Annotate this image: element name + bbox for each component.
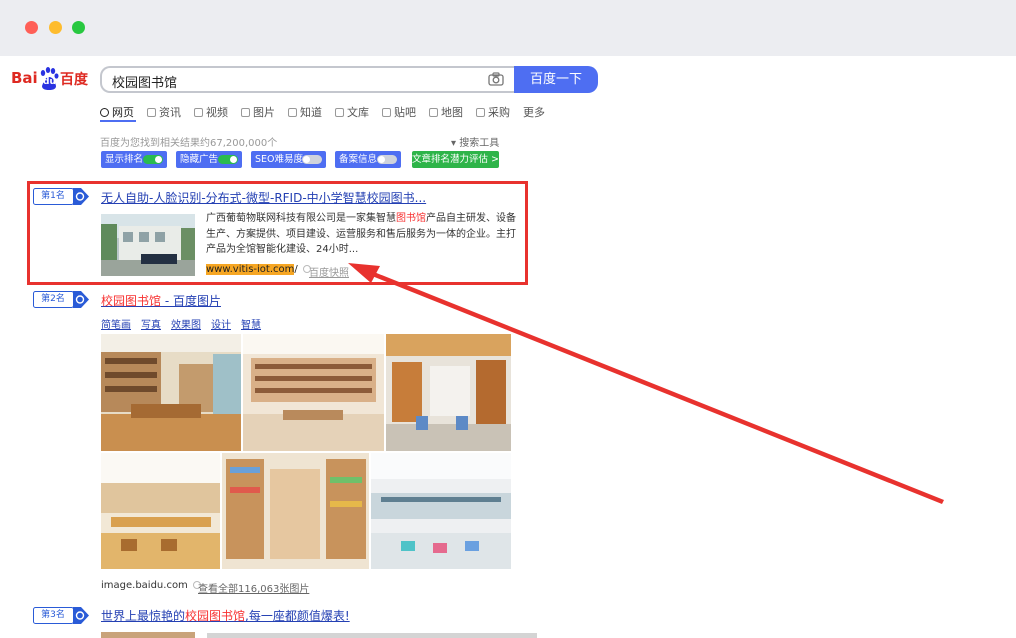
browser-titlebar [0, 0, 1016, 56]
logo-text-du: du [43, 77, 56, 87]
result-count: 百度为您找到相关结果约67,200,000个 [100, 138, 278, 149]
result-3-title[interactable]: 世界上最惊艳的校园图书馆,每一座都颜值爆表! [101, 607, 350, 624]
search-tools-button[interactable]: ▾ 搜索工具 [451, 134, 499, 149]
tab-zhidao[interactable]: 知道 [288, 103, 322, 121]
library-image-6[interactable] [371, 453, 511, 569]
image-source-domain[interactable]: image.baidu.com [101, 580, 206, 591]
image-subtabs: 简笔画 写真 效果图 设计 智慧 [101, 316, 271, 331]
filter-icon: ▾ [451, 138, 457, 149]
picture-icon [241, 107, 250, 117]
map-icon [429, 107, 438, 117]
result-1-snippet: 广西葡萄物联网科技有限公司是一家集智慧图书馆产品自主研发、设备生产、方案提供、项… [206, 213, 516, 255]
switch-icon [377, 155, 397, 164]
switch-icon [143, 155, 163, 164]
result-1-title[interactable]: 无人自助-人脸识别-分布式-微型-RFID-中小学智慧校园图书... [101, 189, 426, 206]
tab-wenku[interactable]: 文库 [335, 103, 369, 121]
camera-icon[interactable] [488, 72, 504, 87]
toggle-seo-difficulty[interactable]: SEO难易度 [251, 151, 326, 168]
zoom-window-button[interactable] [72, 21, 85, 34]
toggle-hide-ads[interactable]: 隐藏广告 [176, 151, 242, 168]
subtab-sketch[interactable]: 简笔画 [101, 316, 131, 331]
play-icon [194, 107, 203, 117]
result-1-snapshot-link[interactable]: 百度快照 [309, 264, 349, 279]
library-image-4[interactable] [101, 453, 220, 569]
switch-icon [218, 155, 238, 164]
search-query-text: 校园图书馆 [112, 76, 178, 91]
news-icon [147, 107, 156, 117]
result-3-preview-strip [101, 630, 621, 638]
library-image-5[interactable] [222, 453, 369, 569]
forum-icon [382, 107, 391, 117]
search-tabs: 网页 资讯 视频 图片 知道 文库 贴吧 地图 采购 更多 [100, 103, 558, 121]
view-all-images-link[interactable]: 查看全部116,063张图片 [198, 580, 309, 595]
tab-webpage[interactable]: 网页 [100, 103, 134, 121]
minimize-window-button[interactable] [49, 21, 62, 34]
library-image-2[interactable] [243, 334, 384, 451]
tab-images[interactable]: 图片 [241, 103, 275, 121]
toggle-show-rank[interactable]: 显示排名 [101, 151, 167, 168]
document-icon [335, 107, 344, 117]
tab-purchase[interactable]: 采购 [476, 103, 510, 121]
tab-more[interactable]: 更多 [523, 103, 545, 121]
result-2-title[interactable]: 校园图书馆 - 百度图片 [101, 292, 221, 309]
tab-tieba[interactable]: 贴吧 [382, 103, 416, 121]
search-button[interactable]: 百度一下 [514, 66, 598, 93]
close-window-button[interactable] [25, 21, 38, 34]
tab-video[interactable]: 视频 [194, 103, 228, 121]
cart-icon [476, 107, 485, 117]
result-1-url[interactable]: www.vitis-iot.com/ [206, 264, 316, 275]
search-icon [100, 107, 109, 117]
logo-text-baidu-cn: 百度 [60, 72, 88, 88]
evaluate-ranking-button[interactable]: 文章排名潜力评估 > [412, 151, 499, 168]
question-icon [288, 107, 297, 117]
library-image-3[interactable] [386, 334, 511, 451]
tab-news[interactable]: 资讯 [147, 103, 181, 121]
rank-badge-3: 第3名 [33, 607, 89, 624]
search-input[interactable]: 校园图书馆 [100, 66, 514, 93]
subtab-design[interactable]: 设计 [211, 316, 231, 331]
tab-map[interactable]: 地图 [429, 103, 463, 121]
result-1-thumbnail[interactable] [101, 214, 195, 276]
subtab-rendering[interactable]: 效果图 [171, 316, 201, 331]
subtab-smart[interactable]: 智慧 [241, 316, 261, 331]
library-image-1[interactable] [101, 334, 241, 451]
active-tab-indicator [100, 120, 136, 122]
toggle-icp-info[interactable]: 备案信息 [335, 151, 401, 168]
switch-icon [302, 155, 322, 164]
logo-text-bai: Bai [11, 69, 38, 87]
rank-badge-2: 第2名 [33, 291, 89, 308]
baidu-logo[interactable]: Bai du 百度 [11, 67, 91, 93]
subtab-photo[interactable]: 写真 [141, 316, 161, 331]
